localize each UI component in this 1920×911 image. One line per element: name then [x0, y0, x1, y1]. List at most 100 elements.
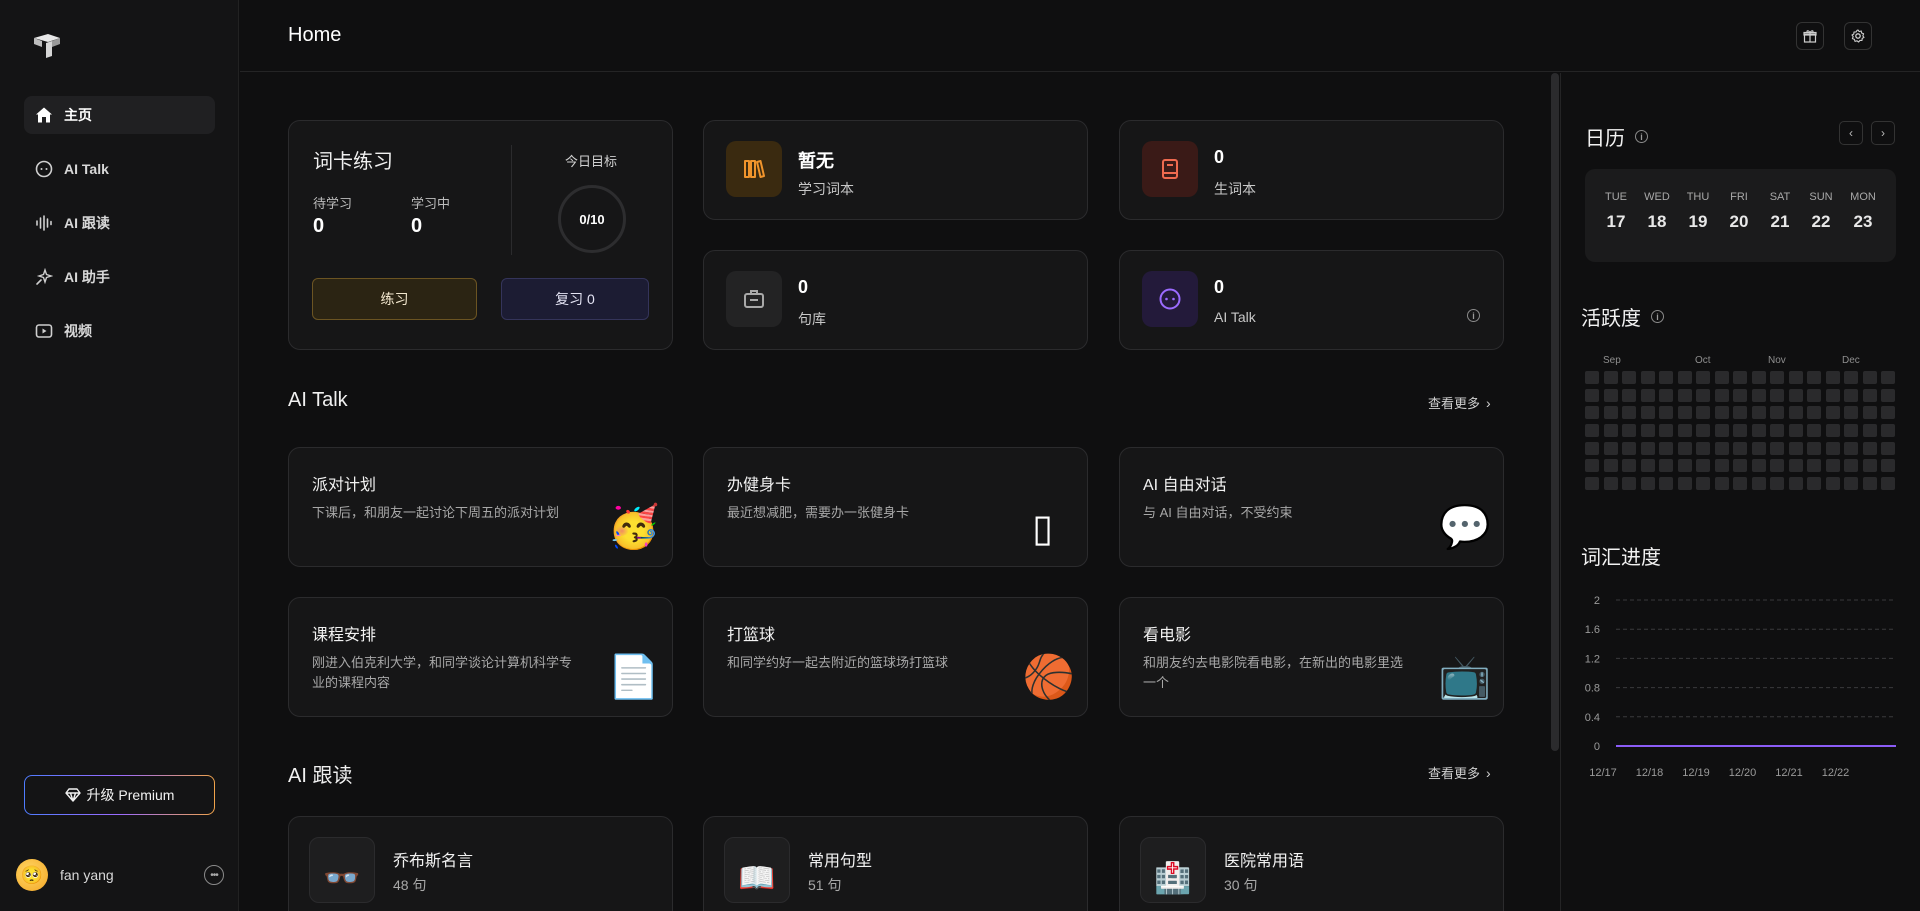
home-icon [34, 105, 54, 125]
heatmap-cell [1825, 388, 1840, 402]
heatmap-cell [1862, 388, 1877, 402]
heatmap-cell [1585, 441, 1599, 455]
read-set-count: 51 句 [808, 877, 842, 893]
heatmap-cell [1622, 388, 1636, 402]
calendar-prev-button[interactable]: ‹ [1839, 121, 1863, 145]
diamond-icon [64, 788, 81, 802]
hospital-icon: 🏥 [1140, 837, 1206, 903]
topic-card[interactable]: 课程安排 刚进入伯克利大学，和同学谈论计算机科学专业的课程内容 📄 [288, 597, 673, 717]
y-tick-label: 2 [1594, 595, 1600, 607]
calendar-day[interactable]: FRI 20 [1719, 191, 1759, 232]
heatmap-cell [1585, 477, 1599, 491]
heatmap-cell [1844, 441, 1858, 455]
heatmap-cell [1788, 459, 1803, 473]
calendar-day[interactable]: SAT 21 [1760, 191, 1800, 232]
month-label: Dec [1842, 355, 1860, 366]
user-profile[interactable]: 🥺 fan yang ••• [16, 858, 224, 892]
topic-card[interactable]: 办健身卡 最近想减肥，需要办一张健身卡 ▯ [703, 447, 1088, 567]
more-options-icon[interactable]: ••• [204, 865, 224, 885]
main-scrollbar[interactable] [1551, 73, 1559, 751]
sentence-bank-card[interactable]: 0 句库 [703, 250, 1088, 350]
heatmap-cell [1622, 459, 1636, 473]
heatmap-cell [1659, 424, 1673, 438]
topic-card[interactable]: 打篮球 和同学约好一起去附近的篮球场打篮球 🏀 [703, 597, 1088, 717]
settings-button[interactable] [1844, 22, 1872, 50]
heatmap-cell [1881, 371, 1895, 384]
vocab-progress-title: 词汇进度 [1581, 541, 1661, 570]
day-number: 23 [1853, 212, 1873, 231]
calendar-day[interactable]: THU 19 [1678, 191, 1718, 232]
heatmap-cell [1807, 406, 1821, 420]
read-set-card[interactable]: 🏥 医院常用语 30 句 [1119, 816, 1504, 911]
heatmap-cell [1714, 441, 1729, 455]
calendar-day[interactable]: MON 23 [1843, 191, 1883, 232]
logo-icon [34, 34, 60, 58]
ai-talk-stat-card[interactable]: 0 AI Talk i [1119, 250, 1504, 350]
heatmap-cell [1751, 388, 1766, 402]
heatmap-cell [1696, 477, 1710, 491]
heatmap-cell [1807, 441, 1821, 455]
daily-goal-value: 0/10 [579, 211, 605, 227]
heatmap-cell [1714, 459, 1729, 473]
sidebar-item-ai-read[interactable]: AI 跟读 [24, 204, 215, 242]
bookshelf-icon [726, 141, 782, 197]
calendar-day[interactable]: TUE 17 [1596, 191, 1636, 232]
topic-card[interactable]: AI 自由对话 与 AI 自由对话，不受约束 💬 [1119, 447, 1504, 567]
heatmap-cell [1788, 424, 1803, 438]
x-tick-label: 12/19 [1682, 767, 1710, 779]
new-words-card[interactable]: 0 生词本 [1119, 120, 1504, 220]
y-tick-label: 1.6 [1585, 624, 1600, 636]
sidebar-item-ai-assistant[interactable]: AI 助手 [24, 258, 215, 296]
info-icon[interactable]: i [1635, 130, 1648, 143]
calendar-next-button[interactable]: › [1871, 121, 1895, 145]
app-logo[interactable] [32, 32, 62, 60]
y-tick-label: 0 [1594, 741, 1600, 753]
x-tick-label: 12/22 [1822, 767, 1850, 779]
calendar-day[interactable]: WED 18 [1637, 191, 1677, 232]
read-set-card[interactable]: 📖 常用句型 51 句 [703, 816, 1088, 911]
new-words-value: 0 [1214, 147, 1225, 167]
heatmap-cell [1640, 388, 1655, 402]
practice-button[interactable]: 练习 [312, 278, 477, 320]
heatmap-cell [1751, 424, 1766, 438]
read-set-card[interactable]: 👓 乔布斯名言 48 句 [288, 816, 673, 911]
x-tick-label: 12/18 [1636, 767, 1664, 779]
heatmap-cell [1862, 424, 1877, 438]
flashcard-practice-card: 词卡练习 待学习 0 学习中 0 今日目标 0/10 练习 复习 0 [288, 120, 673, 350]
ai-talk-view-more-link[interactable]: 查看更多 › [1428, 393, 1491, 412]
study-book-card[interactable]: 暂无 学习词本 [703, 120, 1088, 220]
sidebar-item-home[interactable]: 主页 [24, 96, 215, 134]
heatmap-cell [1585, 371, 1599, 384]
video-icon [34, 321, 54, 341]
month-label: Nov [1768, 355, 1786, 366]
view-more-label: 查看更多 [1428, 396, 1481, 411]
heatmap-cell [1733, 424, 1747, 438]
topic-card[interactable]: 看电影 和朋友约去电影院看电影，在新出的电影里选一个 📺 [1119, 597, 1504, 717]
chevron-right-icon: › [1486, 394, 1491, 411]
sidebar-item-video[interactable]: 视频 [24, 312, 215, 350]
info-icon[interactable]: i [1467, 309, 1480, 322]
review-button[interactable]: 复习 0 [501, 278, 649, 320]
television-icon: 📺 [1438, 653, 1491, 700]
gift-button[interactable] [1796, 22, 1824, 50]
topic-card[interactable]: 派对计划 下课后，和朋友一起讨论下周五的派对计划 🥳 [288, 447, 673, 567]
heatmap-cell [1733, 388, 1747, 402]
info-icon[interactable]: i [1651, 310, 1664, 323]
heatmap-cell [1807, 424, 1821, 438]
day-number: 18 [1647, 212, 1667, 231]
heatmap-cell [1677, 371, 1692, 384]
ai-read-view-more-link[interactable]: 查看更多 › [1428, 763, 1491, 782]
day-of-week: THU [1686, 191, 1710, 203]
heatmap-cell [1603, 441, 1618, 455]
heatmap-cell [1807, 388, 1821, 402]
sentence-box-icon [726, 271, 782, 327]
month-label: Oct [1695, 355, 1711, 366]
week-calendar: TUE 17 WED 18 THU 19 FRI 20 SAT 21 SUN 22 MON 2… [1585, 169, 1896, 262]
upgrade-premium-label: 升级 Premium [86, 787, 175, 803]
heatmap-cell [1733, 371, 1747, 384]
calendar-day[interactable]: SUN 22 [1801, 191, 1841, 232]
heatmap-cell [1714, 477, 1729, 491]
upgrade-premium-button[interactable]: 升级 Premium [24, 775, 215, 815]
read-set-count: 30 句 [1224, 877, 1258, 893]
sidebar-item-ai-talk[interactable]: AI Talk [24, 150, 215, 188]
